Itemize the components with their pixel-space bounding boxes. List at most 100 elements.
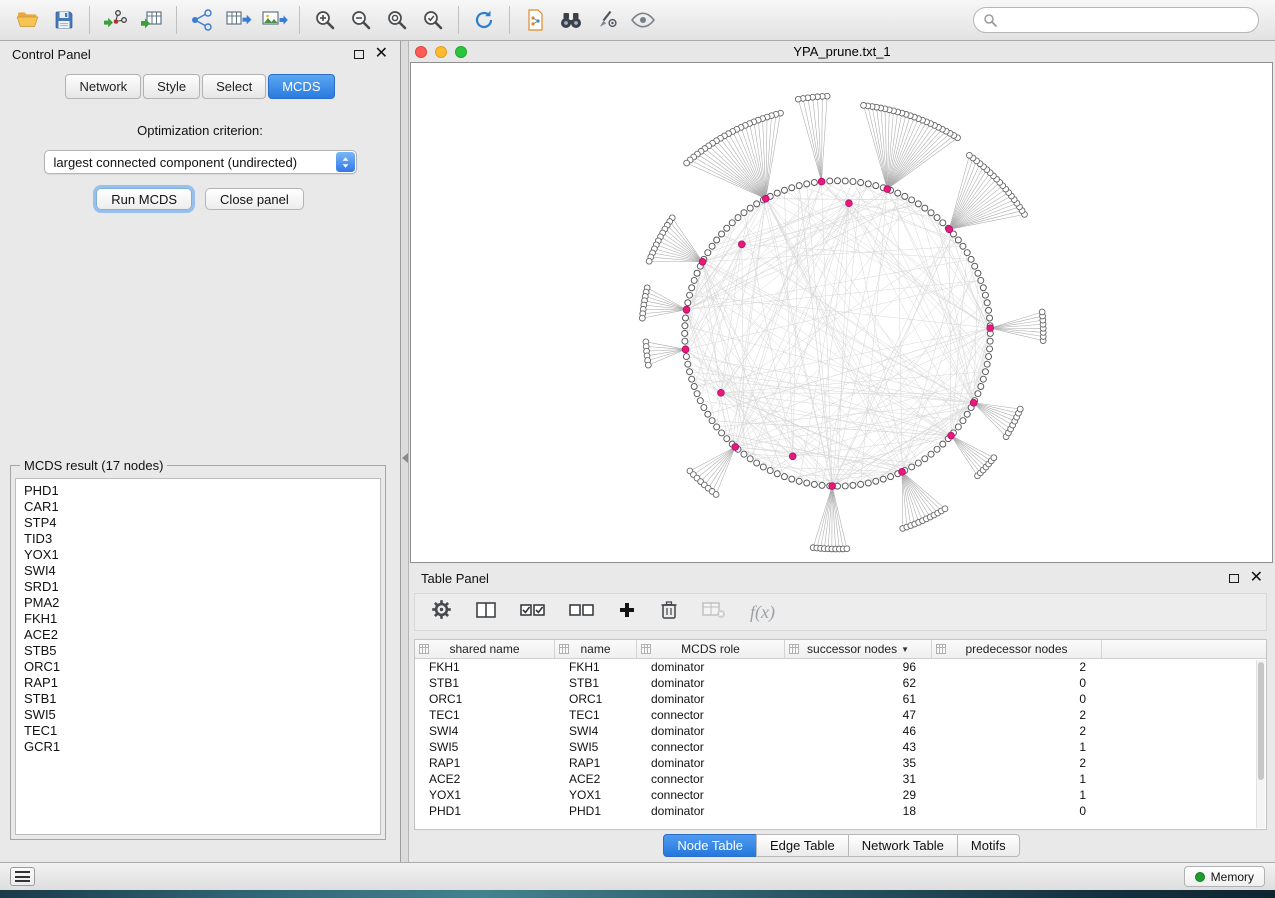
search-network-button[interactable] — [553, 3, 589, 37]
cell-shared-name: SWI4 — [415, 724, 555, 738]
table-row[interactable]: STB1STB1dominator620 — [415, 675, 1266, 691]
panel-splitter[interactable] — [401, 41, 409, 862]
zoom-selected-button[interactable] — [415, 3, 451, 37]
save-session-button[interactable] — [46, 3, 82, 37]
search-input[interactable] — [1003, 13, 1249, 28]
criterion-value: largest connected component (undirected) — [54, 155, 298, 170]
close-panel-button[interactable]: Close panel — [205, 188, 304, 210]
new-network-button[interactable] — [184, 3, 220, 37]
table-settings-button[interactable] — [431, 599, 452, 625]
tab-node-table[interactable]: Node Table — [663, 834, 757, 857]
run-mcds-button[interactable]: Run MCDS — [96, 188, 192, 210]
minimize-window-icon[interactable] — [435, 46, 447, 58]
settings-gear-icon — [431, 599, 452, 620]
cell-successor-nodes: 47 — [785, 708, 932, 722]
mcds-result-item[interactable]: YOX1 — [24, 547, 380, 563]
toolbar-separator — [509, 6, 510, 34]
control-panel: Control Panel ✕ NetworkStyleSelectMCDS O… — [0, 41, 401, 862]
mcds-result-item[interactable]: STB5 — [24, 643, 380, 659]
mcds-result-item[interactable]: FKH1 — [24, 611, 380, 627]
show-columns-button[interactable] — [476, 601, 496, 624]
import-network-button[interactable] — [97, 3, 133, 37]
function-builder-button[interactable]: f(x) — [750, 602, 775, 623]
criterion-dropdown[interactable]: largest connected component (undirected) — [44, 150, 357, 174]
mcds-result-item[interactable]: PHD1 — [24, 483, 380, 499]
mcds-result-list[interactable]: PHD1CAR1STP4TID3YOX1SWI4SRD1PMA2FKH1ACE2… — [15, 478, 381, 835]
network-canvas[interactable] — [410, 62, 1273, 563]
table-row[interactable]: RAP1RAP1dominator352 — [415, 755, 1266, 771]
table-row[interactable]: YOX1YOX1connector291 — [415, 787, 1266, 803]
cell-predecessor-nodes: 1 — [932, 740, 1102, 754]
hide-details-button[interactable] — [625, 3, 661, 37]
zoom-fit-button[interactable] — [379, 3, 415, 37]
close-icon[interactable]: ✕ — [375, 48, 388, 60]
duplicate-network-button[interactable] — [517, 3, 553, 37]
maximize-window-icon[interactable] — [455, 46, 467, 58]
splitter-grip-icon[interactable] — [402, 453, 408, 463]
tab-select[interactable]: Select — [202, 74, 266, 99]
import-table-button[interactable] — [133, 3, 169, 37]
open-network-button[interactable] — [10, 3, 46, 37]
tab-edge-table[interactable]: Edge Table — [756, 834, 849, 857]
table-row[interactable]: FKH1FKH1dominator962 — [415, 659, 1266, 675]
network-graph[interactable] — [411, 63, 1272, 562]
network-share-icon — [190, 8, 214, 32]
mcds-result-item[interactable]: PMA2 — [24, 595, 380, 611]
mcds-result-item[interactable]: STP4 — [24, 515, 380, 531]
mcds-result-item[interactable]: CAR1 — [24, 499, 380, 515]
tab-network-table[interactable]: Network Table — [848, 834, 958, 857]
mcds-result-item[interactable]: RAP1 — [24, 675, 380, 691]
refresh-network-button[interactable] — [466, 3, 502, 37]
table-row[interactable]: SWI5SWI5connector431 — [415, 739, 1266, 755]
export-table-button[interactable] — [220, 3, 256, 37]
column-header-predecessor-nodes[interactable]: predecessor nodes — [932, 640, 1102, 658]
status-menu-button[interactable] — [10, 867, 35, 886]
tab-mcds[interactable]: MCDS — [268, 74, 334, 99]
column-header-MCDS-role[interactable]: MCDS role — [637, 640, 785, 658]
search-box[interactable] — [973, 7, 1259, 33]
float-window-icon[interactable] — [1229, 574, 1239, 583]
scrollbar-thumb[interactable] — [1258, 662, 1264, 780]
float-window-icon[interactable] — [354, 50, 364, 59]
mcds-result-item[interactable]: ACE2 — [24, 627, 380, 643]
mcds-result-item[interactable]: GCR1 — [24, 739, 380, 755]
table-row[interactable]: PHD1PHD1dominator180 — [415, 803, 1266, 819]
close-window-icon[interactable] — [415, 46, 427, 58]
table-row[interactable]: ACE2ACE2connector311 — [415, 771, 1266, 787]
zoom-out-button[interactable] — [343, 3, 379, 37]
cell-successor-nodes: 46 — [785, 724, 932, 738]
unselect-all-button[interactable] — [569, 601, 594, 624]
mcds-result-item[interactable]: TEC1 — [24, 723, 380, 739]
mcds-result-item[interactable]: SRD1 — [24, 579, 380, 595]
column-grid-icon — [789, 644, 799, 654]
select-all-button[interactable] — [520, 601, 545, 624]
tab-motifs[interactable]: Motifs — [957, 834, 1020, 857]
tab-network[interactable]: Network — [65, 74, 141, 99]
mcds-result-item[interactable]: STB1 — [24, 691, 380, 707]
table-row[interactable]: TEC1TEC1connector472 — [415, 707, 1266, 723]
table-row[interactable]: SWI4SWI4dominator462 — [415, 723, 1266, 739]
mcds-result-item[interactable]: ORC1 — [24, 659, 380, 675]
mcds-result-item[interactable]: TID3 — [24, 531, 380, 547]
column-grid-icon — [419, 644, 429, 654]
export-image-button[interactable] — [256, 3, 292, 37]
cell-MCDS-role: connector — [637, 788, 785, 802]
table-scrollbar[interactable] — [1256, 660, 1265, 828]
memory-button[interactable]: Memory — [1184, 866, 1265, 887]
delete-table-button[interactable] — [702, 601, 726, 624]
column-header-successor-nodes[interactable]: successor nodes▼ — [785, 640, 932, 658]
graphics-details-button[interactable] — [589, 3, 625, 37]
mcds-result-item[interactable]: SWI5 — [24, 707, 380, 723]
column-header-name[interactable]: name — [555, 640, 637, 658]
split-columns-icon — [476, 601, 496, 619]
close-icon[interactable]: ✕ — [1250, 572, 1263, 584]
mcds-result-item[interactable]: SWI4 — [24, 563, 380, 579]
column-header-shared-name[interactable]: shared name — [415, 640, 555, 658]
add-column-button[interactable] — [618, 601, 636, 624]
tab-style[interactable]: Style — [143, 74, 200, 99]
zoom-in-button[interactable] — [307, 3, 343, 37]
cell-shared-name: SWI5 — [415, 740, 555, 754]
table-row[interactable]: ORC1ORC1dominator610 — [415, 691, 1266, 707]
cell-name: STB1 — [555, 676, 637, 690]
delete-column-button[interactable] — [660, 600, 678, 625]
